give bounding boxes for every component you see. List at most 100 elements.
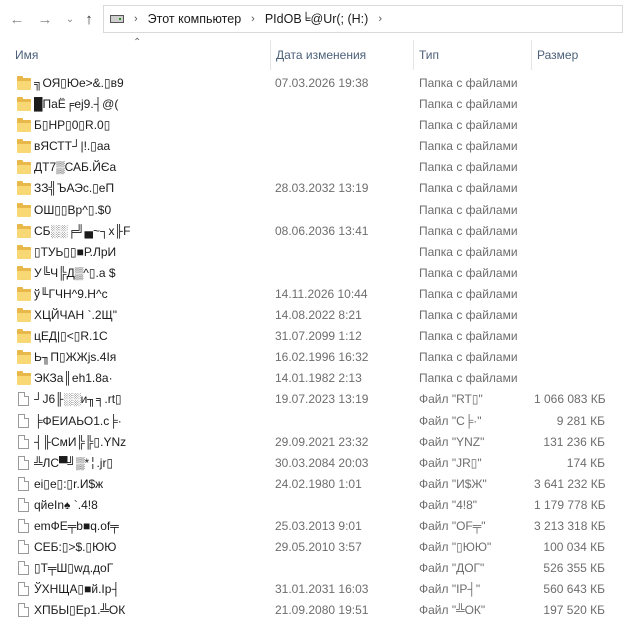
folder-row[interactable]: вЯСТТ┘|!.▯аа Папка с файлами bbox=[0, 136, 626, 157]
file-row[interactable]: ╞ФЕИАЬО1.с╞· Файл "С╞·" 9 281 КБ bbox=[0, 411, 626, 432]
folder-icon bbox=[17, 286, 31, 301]
folder-row[interactable]: ДТ7▒САБ.ЙЄа Папка с файлами bbox=[0, 157, 626, 178]
column-size[interactable]: Размер bbox=[531, 40, 626, 70]
navigation-bar: ← → ⌄ ↑ › Этот компьютер › PIdOB╘@Ur(; (… bbox=[0, 0, 626, 40]
folder-row[interactable]: █ПаЁ╒еj9.┤@( Папка с файлами bbox=[0, 94, 626, 115]
file-row[interactable]: СЕБ:▯>$.▯ЮЮ 29.05.2010 3:57 Файл "▯ЮЮ" 100 … bbox=[0, 537, 626, 558]
recent-locations-button[interactable]: ⌄ bbox=[61, 10, 79, 28]
file-row[interactable]: ╩ЛС▀╝▒*╎.jr▯ 30.03.2084 20:03 Файл "JR▯" 17… bbox=[0, 453, 626, 474]
address-bar[interactable]: › Этот компьютер › PIdOB╘@Ur(; (H:) › bbox=[103, 5, 623, 33]
breadcrumb-separator-icon[interactable]: › bbox=[378, 13, 382, 25]
file-icon bbox=[18, 497, 29, 512]
column-name[interactable]: Имя bbox=[10, 40, 270, 70]
item-size: 100 034 КБ bbox=[543, 540, 605, 555]
item-type: Файл "И$Ж" bbox=[419, 476, 487, 491]
arrow-left-icon: ← bbox=[9, 10, 25, 28]
item-type: Папка с файлами bbox=[419, 350, 518, 365]
column-type[interactable]: Тип bbox=[413, 40, 531, 70]
item-date-modified: 25.03.2013 9:01 bbox=[275, 518, 362, 533]
breadcrumb-separator-icon[interactable]: › bbox=[134, 13, 138, 25]
item-type: Папка с файлами bbox=[419, 329, 518, 344]
item-type: Файл "▯ЮЮ" bbox=[419, 540, 492, 555]
folder-icon bbox=[17, 181, 31, 196]
item-size: 3 213 318 КБ bbox=[534, 518, 605, 533]
folder-row[interactable]: цЕД|▯<▯R.1С 31.07.2099 1:12 Папка с файлам… bbox=[0, 326, 626, 347]
item-name: qйeIn♠ `.4!8 bbox=[34, 497, 98, 512]
item-type: Папка с файлами bbox=[419, 244, 518, 259]
file-row[interactable]: ei▯е▯:▯r.И$ж 24.02.1980 1:01 Файл "И$Ж" 3 6… bbox=[0, 474, 626, 495]
folder-row[interactable]: Б▯НР▯0▯R.0▯ Папка с файлами bbox=[0, 115, 626, 136]
forward-button[interactable]: → bbox=[36, 10, 54, 28]
file-row[interactable]: ХПБЫ▯Ер1.╩ОК 21.09.2080 19:51 Файл "╩ОК" 19… bbox=[0, 600, 626, 621]
item-date-modified: 07.03.2026 19:38 bbox=[275, 76, 369, 90]
breadcrumb-separator-icon[interactable]: › bbox=[251, 13, 255, 25]
folder-icon bbox=[17, 97, 31, 112]
folder-row[interactable]: ў╙ГЧН^9.Н^с 14.11.2026 10:44 Папка с файла… bbox=[0, 284, 626, 305]
item-date-modified: 14.11.2026 10:44 bbox=[275, 286, 368, 301]
item-name: ei▯е▯:▯r.И$ж bbox=[34, 476, 104, 491]
folder-icon bbox=[17, 76, 31, 90]
item-type: Папка с файлами bbox=[419, 97, 518, 112]
folder-icon bbox=[17, 308, 31, 323]
item-name: ╗ОЯ▯Юе>&.▯в9 bbox=[34, 76, 124, 90]
file-row[interactable]: ┤╟СмИ╠╠▯.YNz 29.09.2021 23:32 Файл "YNZ" 13… bbox=[0, 432, 626, 453]
item-type: Файл "ДОГ" bbox=[419, 561, 485, 576]
breadcrumb-this-pc[interactable]: Этот компьютер bbox=[148, 12, 241, 26]
arrow-up-icon: ↑ bbox=[85, 10, 93, 28]
file-list: ╗ОЯ▯Юе>&.▯в9 07.03.2026 19:38 Папка с файл… bbox=[0, 73, 626, 621]
folder-row[interactable]: ЗЗ╣ЪАЭс.▯еП 28.03.2032 13:19 Папка с файла… bbox=[0, 178, 626, 199]
item-name: ХЦЙЧАН `.2Щ" bbox=[34, 308, 118, 323]
item-name: █ПаЁ╒еj9.┤@( bbox=[34, 97, 119, 112]
item-type: Папка с файлами bbox=[419, 265, 518, 280]
item-type: Папка с файлами bbox=[419, 202, 518, 217]
file-row[interactable]: ▯Т╤Ш▯wд.доГ Файл "ДОГ" 526 355 КБ bbox=[0, 558, 626, 579]
item-name: Б▯НР▯0▯R.0▯ bbox=[34, 118, 111, 133]
item-name: СЕБ:▯>$.▯ЮЮ bbox=[34, 540, 117, 555]
item-date-modified: 29.09.2021 23:32 bbox=[275, 434, 369, 449]
item-type: Файл "OF╤" bbox=[419, 518, 486, 533]
file-icon bbox=[18, 518, 29, 533]
folder-icon bbox=[17, 223, 31, 238]
file-icon bbox=[18, 603, 29, 618]
folder-row[interactable]: ХЦЙЧАН `.2Щ" 14.08.2022 8:21 Папка с файла… bbox=[0, 305, 626, 326]
file-row[interactable]: ┘J6╟░░и╖╕.rt▯ 19.07.2023 13:19 Файл "RT▯" 1… bbox=[0, 389, 626, 410]
item-name: ▯Т╤Ш▯wд.доГ bbox=[34, 561, 114, 576]
item-name: ╩ЛС▀╝▒*╎.jr▯ bbox=[34, 455, 114, 470]
file-row[interactable]: qйeIn♠ `.4!8 Файл "4!8" 1 179 778 КБ bbox=[0, 495, 626, 516]
column-date-modified[interactable]: Дата изменения bbox=[270, 40, 413, 70]
folder-icon bbox=[17, 118, 31, 133]
item-size: 131 236 КБ bbox=[543, 434, 605, 449]
file-row[interactable]: ЎХНЩА▯■й.Ір┤ 31.01.2031 16:03 Файл "IP┤" 56… bbox=[0, 579, 626, 600]
folder-row[interactable]: ╗ОЯ▯Юе>&.▯в9 07.03.2026 19:38 Папка с файл… bbox=[0, 73, 626, 94]
breadcrumb-drive[interactable]: PIdOB╘@Ur(; (H:) bbox=[265, 12, 369, 26]
item-type: Файл "JR▯" bbox=[419, 455, 482, 470]
item-type: Файл "С╞·" bbox=[419, 413, 482, 428]
folder-row[interactable]: ЭКЗа║eh1.8а· 14.01.1982 2:13 Папка с файла… bbox=[0, 368, 626, 389]
item-type: Папка с файлами bbox=[419, 371, 518, 386]
back-button[interactable]: ← bbox=[8, 10, 26, 28]
file-row[interactable]: emФЕ╤b■q.of╤ 25.03.2013 9:01 Файл "OF╤" 3 2… bbox=[0, 516, 626, 537]
item-date-modified: 31.07.2099 1:12 bbox=[275, 329, 362, 344]
item-type: Файл "╩ОК" bbox=[419, 603, 486, 618]
item-name: вЯСТТ┘|!.▯аа bbox=[34, 139, 111, 154]
file-icon bbox=[18, 582, 29, 597]
folder-row[interactable]: СБ░░╒╝▄~┐x╟F 08.06.2036 13:41 Папка с файл… bbox=[0, 221, 626, 242]
item-name: ОШ▯▯Вр^▯.$0 bbox=[34, 202, 112, 217]
folder-row[interactable]: ▯ТУЬ▯▯■Р.ЛрИ Папка с файлами bbox=[0, 242, 626, 263]
folder-row[interactable]: У╚Ч╠Д▒^▯.а $ Папка с файлами bbox=[0, 263, 626, 284]
item-size: 197 520 КБ bbox=[543, 603, 605, 618]
folder-row[interactable]: Ь╖П▯ЖЖjs.4Iя 16.02.1996 16:32 Папка с файл… bbox=[0, 347, 626, 368]
item-name: emФЕ╤b■q.of╤ bbox=[34, 518, 119, 533]
item-name: ┘J6╟░░и╖╕.rt▯ bbox=[34, 392, 122, 407]
item-name: ЗЗ╣ЪАЭс.▯еП bbox=[34, 181, 115, 196]
folder-icon bbox=[17, 329, 31, 344]
item-name: Ь╖П▯ЖЖjs.4Iя bbox=[34, 350, 117, 365]
item-name: У╚Ч╠Д▒^▯.а $ bbox=[34, 265, 116, 280]
item-size: 560 643 КБ bbox=[543, 582, 605, 597]
drive-icon bbox=[110, 15, 124, 23]
folder-row[interactable]: ОШ▯▯Вр^▯.$0 Папка с файлами bbox=[0, 200, 626, 221]
item-type: Папка с файлами bbox=[419, 308, 518, 323]
item-type: Файл "IP┤" bbox=[419, 582, 481, 597]
up-button[interactable]: ↑ bbox=[80, 10, 98, 28]
chevron-down-icon: ⌄ bbox=[65, 13, 75, 25]
